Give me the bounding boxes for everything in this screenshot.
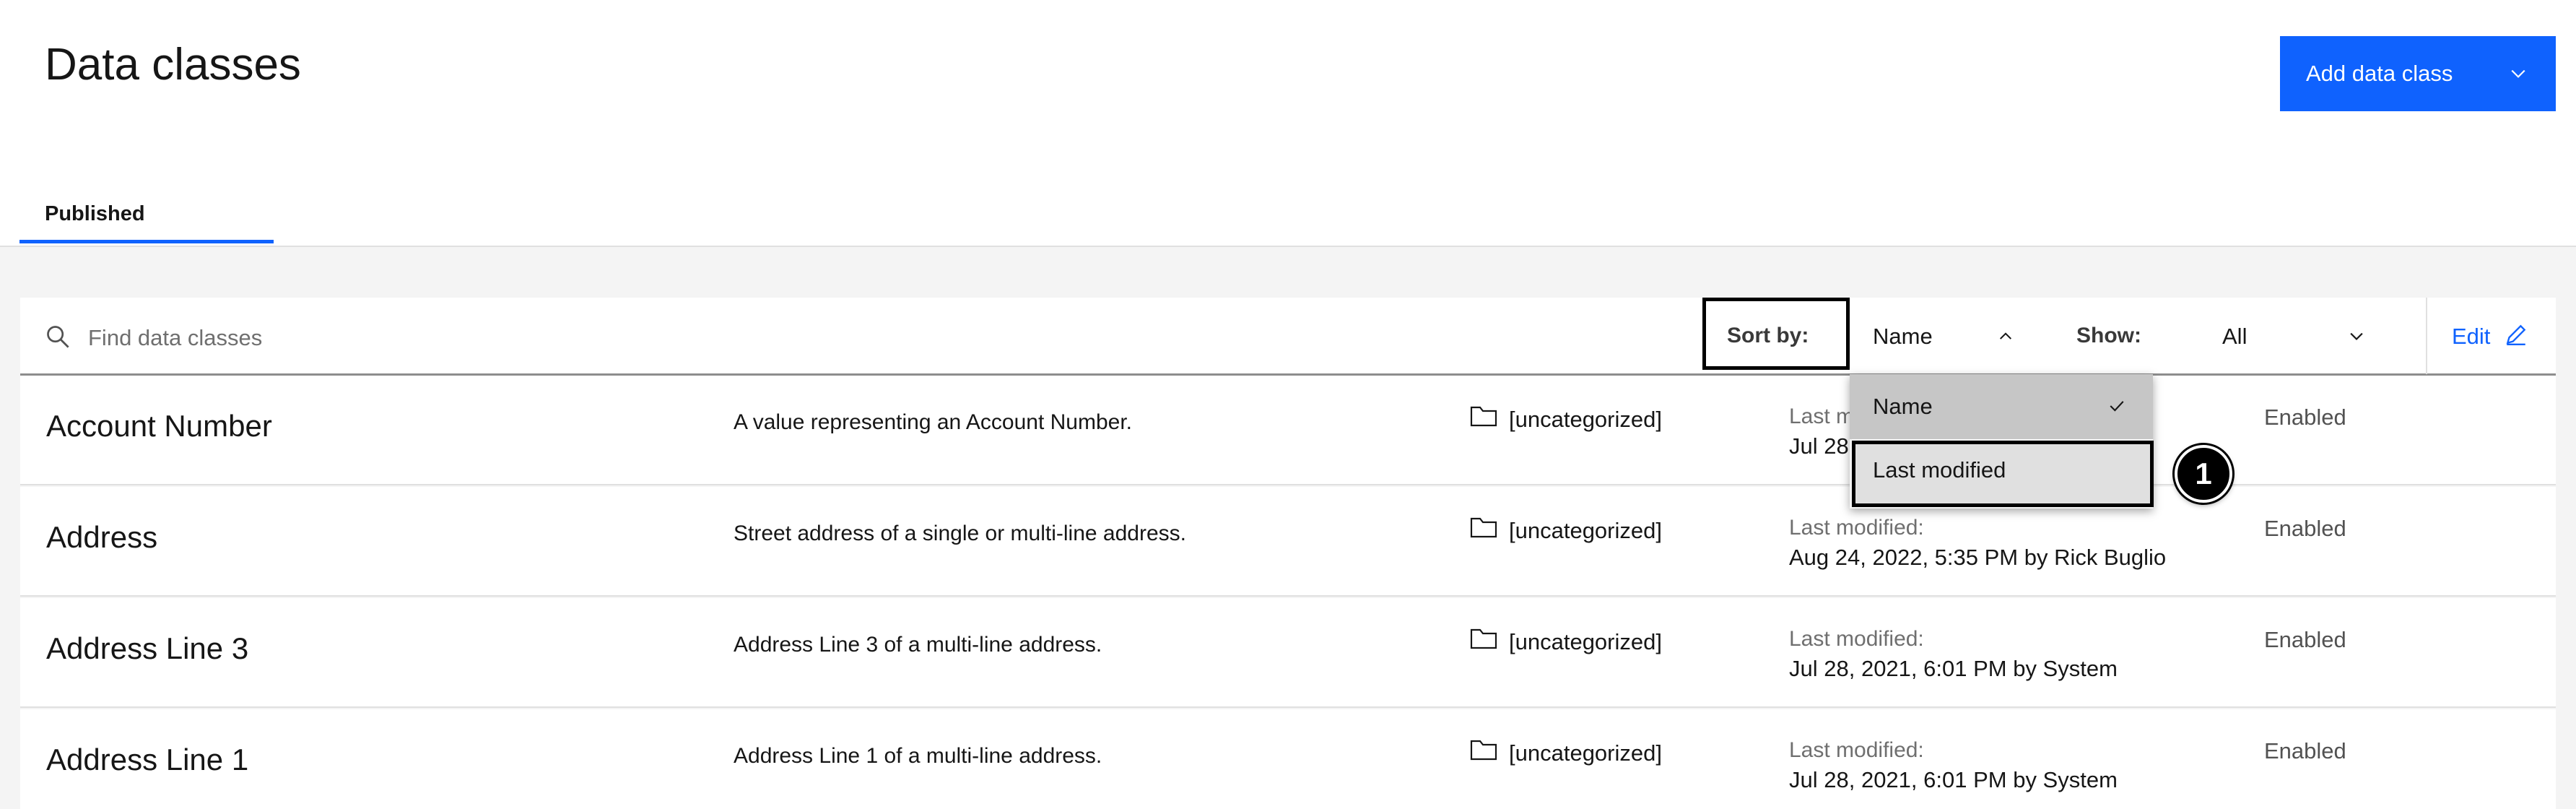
table-row[interactable] [20,487,2556,597]
show-dropdown[interactable]: All [2222,324,2247,350]
data-class-description: Address Line 1 of a multi-line address. [734,744,1102,768]
category-label: [uncategorized] [1509,518,1662,543]
last-modified-label: Last modified: [1789,738,1924,762]
status-label: Enabled [2264,627,2346,652]
toolbar-divider [2426,298,2427,374]
data-class-name[interactable]: Address Line 1 [46,743,248,777]
folder-icon [1470,406,1497,427]
pencil-icon[interactable] [2504,322,2528,347]
add-data-class-button[interactable]: Add data class [2280,36,2556,111]
sort-by-dropdown[interactable]: Name [1873,324,1933,350]
chevron-up-icon[interactable] [1996,326,2015,345]
data-class-description: A value representing an Account Number. [734,410,1133,434]
page-title: Data classes [45,40,301,90]
status-label: Enabled [2264,404,2346,430]
sort-option-last-modified-label[interactable]: Last modified [1873,457,2006,483]
status-label: Enabled [2264,738,2346,763]
last-modified-label: Last modified: [1789,516,1924,540]
category-label: [uncategorized] [1509,407,1662,432]
last-modified-label: Last modified: [1789,627,1924,651]
step-callout-badge: 1 [2175,445,2232,503]
folder-icon [1470,628,1497,649]
data-class-name[interactable]: Account Number [46,409,272,444]
folder-icon [1470,517,1497,538]
sort-by-label: Sort by: [1727,324,1809,347]
search-input[interactable] [87,312,884,364]
add-data-class-label: Add data class [2306,61,2453,86]
sort-option-name-label[interactable]: Name [1873,394,1933,420]
chevron-down-icon[interactable] [2508,64,2528,84]
chevron-down-icon[interactable] [2346,326,2367,347]
show-label: Show: [2076,324,2141,347]
table-row[interactable] [20,598,2556,708]
data-class-name[interactable]: Address [46,520,157,555]
last-modified-value: Jul 28, 2021, 6:01 PM by System [1789,767,2118,792]
last-modified-value: Jul 28, 2021, 6:01 PM by System [1789,656,2118,681]
status-label: Enabled [2264,516,2346,541]
category-label: [uncategorized] [1509,740,1662,766]
category-label: [uncategorized] [1509,629,1662,654]
search-icon [47,326,69,348]
folder-icon [1470,740,1497,761]
last-modified-value: Jul 28 [1789,433,1849,459]
edit-button[interactable]: Edit [2452,324,2490,350]
tab-published[interactable]: Published [45,202,145,226]
active-tab-indicator [19,240,274,243]
data-class-description: Address Line 3 of a multi-line address. [734,633,1102,657]
data-class-description: Street address of a single or multi-line… [734,522,1186,545]
table-row[interactable] [20,709,2556,809]
data-class-name[interactable]: Address Line 3 [46,631,248,666]
checkmark-icon [2110,401,2124,412]
last-modified-value: Aug 24, 2022, 5:35 PM by Rick Buglio [1789,545,2167,570]
